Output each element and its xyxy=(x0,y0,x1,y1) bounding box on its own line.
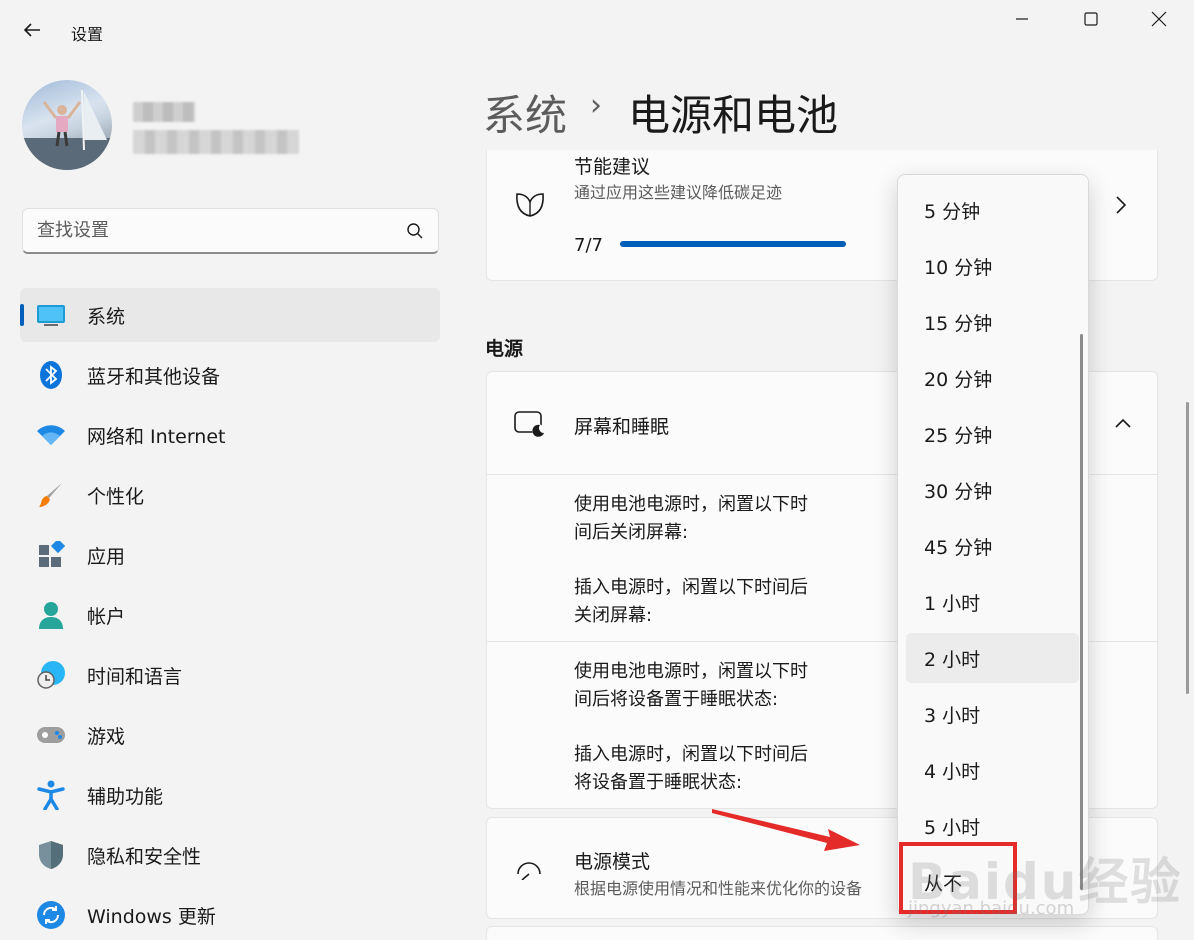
gauge-icon xyxy=(517,862,541,880)
accessibility-icon xyxy=(36,780,66,810)
sidebar-item-system[interactable]: 系统 xyxy=(20,288,440,342)
sidebar-item-label: 应用 xyxy=(87,545,126,568)
dropdown-option[interactable]: 10 分钟 xyxy=(906,241,1079,291)
sidebar-item-windows-update[interactable]: Windows 更新 xyxy=(20,888,440,940)
monitor-icon xyxy=(36,300,66,330)
setting-plugged-sleep: 插入电源时，闲置以下时间后 将设备置于睡眠状态: xyxy=(574,741,808,797)
sidebar-item-label: 辅助功能 xyxy=(87,785,164,808)
main-scrollbar[interactable] xyxy=(1186,402,1189,694)
close-icon xyxy=(1151,11,1167,27)
section-header-power: 电源 xyxy=(485,338,524,360)
shield-icon xyxy=(36,840,66,870)
sidebar-item-bluetooth[interactable]: 蓝牙和其他设备 xyxy=(20,348,440,402)
profile-name-blurred xyxy=(133,102,195,122)
close-button[interactable] xyxy=(1125,0,1193,38)
person-icon xyxy=(36,600,66,630)
back-button[interactable] xyxy=(16,14,48,46)
dropdown-option[interactable]: 15 分钟 xyxy=(906,297,1079,347)
timeout-dropdown-menu: 5 分钟 10 分钟 15 分钟 20 分钟 25 分钟 30 分钟 45 分钟 1 小时 2 … xyxy=(897,174,1089,915)
setting-label-line: 间后将设备置于睡眠状态: xyxy=(574,689,779,710)
setting-label-line: 使用电池电源时，闲置以下时 xyxy=(574,661,808,682)
update-icon xyxy=(36,900,66,930)
dropdown-option[interactable]: 20 分钟 xyxy=(906,353,1079,403)
eco-progress-fill xyxy=(620,241,846,247)
sidebar-item-accounts[interactable]: 帐户 xyxy=(20,588,440,642)
setting-battery-sleep: 使用电池电源时，闲置以下时 间后将设备置于睡眠状态: xyxy=(574,658,808,714)
search-box[interactable] xyxy=(22,208,439,254)
setting-label-line: 关闭屏幕: xyxy=(574,605,653,626)
chevron-up-icon xyxy=(1115,418,1131,428)
minimize-icon xyxy=(1016,18,1028,20)
sidebar-item-label: 网络和 Internet xyxy=(87,425,226,448)
breadcrumb-parent[interactable]: 系统 xyxy=(483,82,567,143)
sidebar-item-label: 帐户 xyxy=(87,605,126,628)
sidebar-nav: 系统 蓝牙和其他设备 网络和 Internet 个性化 应用 帐户 时间和语言 … xyxy=(20,288,440,940)
power-mode-description: 根据电源使用情况和性能来优化你的设备 xyxy=(574,879,863,898)
sidebar-item-time-language[interactable]: 时间和语言 xyxy=(20,648,440,702)
avatar[interactable] xyxy=(22,80,112,170)
sidebar-item-network[interactable]: 网络和 Internet xyxy=(20,408,440,462)
eco-count: 7/7 xyxy=(574,235,603,256)
bluetooth-icon xyxy=(36,360,66,390)
setting-label-line: 将设备置于睡眠状态: xyxy=(574,772,743,793)
search-icon xyxy=(407,222,423,238)
maximize-icon xyxy=(1084,12,1098,26)
setting-label-line: 使用电池电源时，闲置以下时 xyxy=(574,494,808,515)
sidebar-item-label: 系统 xyxy=(87,305,126,328)
annotation-arrow-icon xyxy=(712,809,860,851)
dropdown-option[interactable]: 2 小时 xyxy=(906,633,1079,683)
power-mode-title: 电源模式 xyxy=(574,851,651,873)
sidebar-item-gaming[interactable]: 游戏 xyxy=(20,708,440,762)
profile-email-blurred xyxy=(133,130,299,154)
sidebar-item-privacy[interactable]: 隐私和安全性 xyxy=(20,828,440,882)
sidebar-item-label: Windows 更新 xyxy=(87,905,216,928)
dropdown-option[interactable]: 25 分钟 xyxy=(906,409,1079,459)
dropdown-option[interactable]: 5 分钟 xyxy=(906,185,1079,235)
sidebar-item-label: 游戏 xyxy=(87,725,126,748)
avatar-photo-icon xyxy=(22,89,112,170)
setting-label-line: 插入电源时，闲置以下时间后 xyxy=(574,577,808,598)
app-title: 设置 xyxy=(71,25,104,44)
sidebar-item-accessibility[interactable]: 辅助功能 xyxy=(20,768,440,822)
next-card xyxy=(486,926,1158,940)
eco-title: 节能建议 xyxy=(574,156,651,178)
sidebar-item-label: 隐私和安全性 xyxy=(87,845,202,868)
watermark-url: jingyan.baidu.com xyxy=(908,898,1075,919)
dropdown-option[interactable]: 45 分钟 xyxy=(906,521,1079,571)
leaf-icon xyxy=(516,193,544,217)
sidebar-item-label: 时间和语言 xyxy=(87,665,183,688)
page-title: 电源和电池 xyxy=(628,91,839,140)
sidebar-item-apps[interactable]: 应用 xyxy=(20,528,440,582)
chevron-right-icon xyxy=(1116,196,1127,214)
screen-sleep-icon xyxy=(514,411,544,437)
dropdown-option[interactable]: 30 分钟 xyxy=(906,465,1079,515)
minimize-button[interactable] xyxy=(988,0,1056,38)
breadcrumb-separator: › xyxy=(590,88,602,123)
dropdown-scrollbar[interactable] xyxy=(1080,334,1083,890)
setting-battery-screen-off: 使用电池电源时，闲置以下时 间后关闭屏幕: xyxy=(574,491,808,547)
screen-sleep-title: 屏幕和睡眠 xyxy=(574,416,670,438)
sidebar-item-label: 个性化 xyxy=(87,485,145,508)
dropdown-option[interactable]: 3 小时 xyxy=(906,689,1079,739)
dropdown-option[interactable]: 4 小时 xyxy=(906,745,1079,795)
setting-label-line: 间后关闭屏幕: xyxy=(574,522,689,543)
globe-clock-icon xyxy=(36,660,66,690)
sidebar-item-label: 蓝牙和其他设备 xyxy=(87,365,221,388)
brush-icon xyxy=(36,480,66,510)
dropdown-option[interactable]: 1 小时 xyxy=(906,577,1079,627)
back-arrow-icon xyxy=(23,23,40,37)
eco-progress-bar xyxy=(620,241,846,247)
wifi-icon xyxy=(36,420,66,450)
setting-label-line: 插入电源时，闲置以下时间后 xyxy=(574,744,808,765)
setting-plugged-screen-off: 插入电源时，闲置以下时间后 关闭屏幕: xyxy=(574,574,808,630)
search-input[interactable] xyxy=(37,220,406,241)
apps-icon xyxy=(36,540,66,570)
eco-description: 通过应用这些建议降低碳足迹 xyxy=(574,183,783,202)
sidebar-item-personalization[interactable]: 个性化 xyxy=(20,468,440,522)
gamepad-icon xyxy=(36,720,66,750)
maximize-button[interactable] xyxy=(1057,0,1125,38)
